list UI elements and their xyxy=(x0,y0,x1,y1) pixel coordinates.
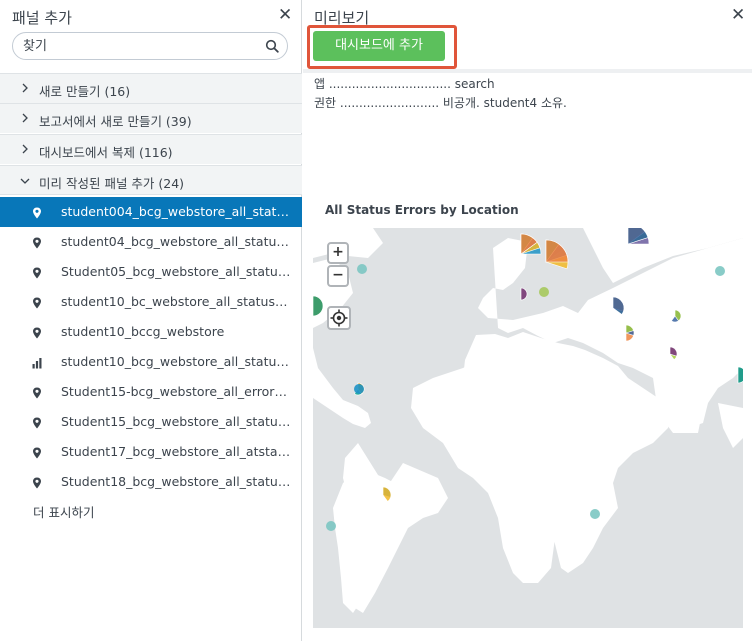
dot-marker[interactable] xyxy=(357,264,367,274)
panel-list-item-label: student10_bc_webstore_all_status_errors xyxy=(61,294,293,309)
dot-marker[interactable] xyxy=(715,266,725,276)
pie-marker[interactable] xyxy=(737,366,743,384)
map-pin-icon xyxy=(32,447,42,459)
panel-list-item[interactable]: Student18_bcg_webstore_all_status_errors xyxy=(0,467,302,497)
panel-list-item[interactable]: Student15-bcg_webstore_all_errors_by_loc… xyxy=(0,377,302,407)
group-clone-from-dashboard[interactable]: 대시보드에서 복제 (116) xyxy=(0,134,302,164)
add-panel-sidebar: 패널 추가 ✕ 새로 만들기 (16) 보고서에서 새로 만들기 (39) 대시… xyxy=(0,0,302,641)
panel-list-item-label: student04_bcg_webstore_all_status_errors xyxy=(61,234,293,249)
panel-list-item-label: Student15-bcg_webstore_all_errors_by_loc… xyxy=(61,384,293,399)
group-label: 미리 작성된 패널 추가 (24) xyxy=(39,176,185,191)
panel-title: 패널 추가 xyxy=(12,9,72,27)
map-pin-icon xyxy=(32,267,42,279)
permission-info: 권한 .......................... 비공개. stude… xyxy=(314,96,567,110)
panel-list-item-label: student10_bcg_webstore_all_status_errors xyxy=(61,354,293,369)
pie-marker[interactable] xyxy=(520,287,528,301)
panel-list-item[interactable]: student04_bcg_webstore_all_status_errors xyxy=(0,227,302,257)
panel-list-item-label: Student18_bcg_webstore_all_status_errors xyxy=(61,474,293,489)
crosshair-icon xyxy=(330,309,348,327)
close-icon[interactable]: ✕ xyxy=(278,7,292,24)
panel-list-item-label: Student15_bcg_webstore_all_status_errors xyxy=(61,414,293,429)
zoom-out-button[interactable]: − xyxy=(327,265,349,287)
dot-marker[interactable] xyxy=(354,384,364,394)
map-canvas[interactable] xyxy=(313,228,743,628)
group-new-from-report[interactable]: 보고서에서 새로 만들기 (39) xyxy=(0,103,302,133)
show-more-link[interactable]: 더 표시하기 xyxy=(33,502,94,521)
panel-list-item-label: Student05_bcg_webstore_all_status_errors xyxy=(61,264,293,279)
panel-list-item[interactable]: Student17_bcg_webstore_all_atstatus_erro… xyxy=(0,437,302,467)
panel-list-item-label: student004_bcg_webstore_all_status_error… xyxy=(61,204,293,219)
chevron-down-icon xyxy=(20,178,30,184)
panel-list-item[interactable]: student10_bccg_webstore xyxy=(0,317,302,347)
map-pin-icon xyxy=(32,417,42,429)
panel-info: 앱 ................................ searc… xyxy=(303,72,752,192)
map-pin-icon xyxy=(32,327,42,339)
chevron-right-icon xyxy=(22,113,28,123)
group-prebuilt-panels[interactable]: 미리 작성된 패널 추가 (24) xyxy=(0,165,302,195)
dot-marker[interactable] xyxy=(590,509,600,519)
chevron-right-icon xyxy=(22,144,28,154)
close-icon[interactable]: ✕ xyxy=(731,7,745,24)
land-masses xyxy=(313,228,743,613)
group-label: 보고서에서 새로 만들기 (39) xyxy=(39,114,192,129)
group-label: 새로 만들기 (16) xyxy=(39,84,131,99)
chevron-right-icon xyxy=(22,83,28,93)
panel-list-item[interactable]: student10_bc_webstore_all_status_errors xyxy=(0,287,302,317)
group-label: 대시보드에서 복제 (116) xyxy=(39,145,173,160)
pie-slice xyxy=(545,239,569,263)
pie-marker[interactable] xyxy=(520,233,542,255)
map-pin-icon xyxy=(32,207,42,219)
map-pin-icon xyxy=(32,237,42,249)
pie-slice xyxy=(520,287,528,301)
group-new[interactable]: 새로 만들기 (16) xyxy=(0,73,302,103)
panel-list-item[interactable]: Student15_bcg_webstore_all_status_errors xyxy=(0,407,302,437)
dot-marker[interactable] xyxy=(326,521,336,531)
search-box xyxy=(12,32,288,60)
panel-list-item[interactable]: student10_bcg_webstore_all_status_errors xyxy=(0,347,302,377)
panel-list-item[interactable]: Student05_bcg_webstore_all_status_errors xyxy=(0,257,302,287)
zoom-in-button[interactable]: + xyxy=(327,242,349,264)
panel-list-item-label: Student17_bcg_webstore_all_atstatus_erro… xyxy=(61,444,293,459)
app-info: 앱 ................................ searc… xyxy=(314,77,495,91)
panel-list-item[interactable]: student004_bcg_webstore_all_status_error… xyxy=(0,197,302,227)
locate-button[interactable] xyxy=(327,306,351,330)
map-pin-icon xyxy=(32,387,42,399)
add-to-dashboard-button[interactable]: 대시보드에 추가 xyxy=(313,31,445,61)
pie-marker[interactable] xyxy=(545,239,569,270)
map-pin-icon xyxy=(32,297,42,309)
map-view[interactable]: + − xyxy=(313,228,743,628)
map-pin-icon xyxy=(32,477,42,489)
panel-list-item-label: student10_bccg_webstore xyxy=(61,324,225,339)
search-input[interactable] xyxy=(23,37,263,55)
bar-chart-icon xyxy=(32,357,42,369)
search-icon[interactable] xyxy=(265,39,279,53)
chart-title: All Status Errors by Location xyxy=(325,203,519,217)
dot-marker[interactable] xyxy=(539,287,549,297)
pie-slice xyxy=(737,366,743,384)
